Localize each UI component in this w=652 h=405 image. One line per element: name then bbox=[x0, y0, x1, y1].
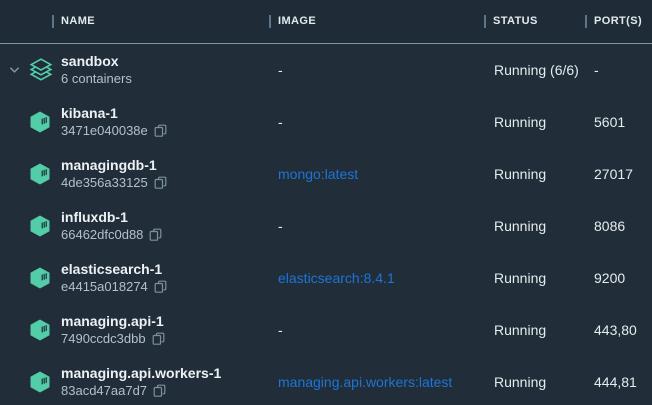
table-row-elasticsearch-1[interactable]: elasticsearch-1 e4415a018274 elasticsear… bbox=[0, 252, 652, 304]
container-icon bbox=[28, 318, 52, 342]
status-cell: Running bbox=[494, 374, 594, 390]
container-id: 3471e040038e bbox=[61, 122, 148, 140]
column-header-ports[interactable]: PORT(S) bbox=[585, 15, 652, 28]
compose-stack-icon bbox=[28, 57, 54, 83]
column-header-status[interactable]: STATUS bbox=[484, 15, 585, 28]
table-row-kibana-1[interactable]: kibana-1 3471e040038e - Running 5601 bbox=[0, 96, 652, 148]
container-id: e4415a018274 bbox=[61, 278, 148, 296]
copy-icon bbox=[153, 384, 166, 398]
ports-cell: - bbox=[594, 62, 652, 78]
ports-cell: 443,80 bbox=[594, 322, 652, 338]
ports-cell: 444,81 bbox=[594, 374, 652, 390]
table-row-managing-api-1[interactable]: managing.api-1 7490ccdc3dbb - Running 44… bbox=[0, 304, 652, 356]
image-cell: - bbox=[278, 114, 494, 130]
image-link[interactable]: managing.api.workers:latest bbox=[278, 374, 494, 390]
container-name: kibana-1 bbox=[61, 104, 278, 122]
column-header-image[interactable]: IMAGE bbox=[269, 15, 484, 28]
copy-icon bbox=[154, 280, 167, 294]
image-link[interactable]: elasticsearch:8.4.1 bbox=[278, 270, 494, 286]
ports-cell: 5601 bbox=[594, 114, 652, 130]
container-id: 66462dfc0d88 bbox=[61, 226, 143, 244]
container-subtitle: 6 containers bbox=[61, 70, 278, 88]
copy-icon bbox=[149, 228, 162, 242]
status-cell: Running (6/6) bbox=[494, 62, 594, 78]
container-name: influxdb-1 bbox=[61, 208, 278, 226]
status-cell: Running bbox=[494, 114, 594, 130]
status-cell: Running bbox=[494, 166, 594, 182]
table-header: NAME IMAGE STATUS PORT(S) bbox=[0, 0, 652, 44]
copy-id-button[interactable] bbox=[154, 280, 167, 294]
status-cell: Running bbox=[494, 322, 594, 338]
container-icon bbox=[28, 266, 52, 290]
table-row-managing-api-workers-1[interactable]: managing.api.workers-1 83acd47aa7d7 mana… bbox=[0, 356, 652, 405]
container-name: managing.api-1 bbox=[61, 312, 278, 330]
copy-id-button[interactable] bbox=[154, 124, 167, 138]
copy-id-button[interactable] bbox=[152, 332, 165, 346]
status-cell: Running bbox=[494, 270, 594, 286]
container-icon bbox=[28, 110, 52, 134]
container-name: managingdb-1 bbox=[61, 156, 278, 174]
container-name: managing.api.workers-1 bbox=[61, 364, 278, 382]
container-id: 83acd47aa7d7 bbox=[61, 382, 147, 400]
container-id: 4de356a33125 bbox=[61, 174, 148, 192]
container-icon bbox=[28, 162, 52, 186]
copy-id-button[interactable] bbox=[149, 228, 162, 242]
image-cell: - bbox=[278, 62, 494, 78]
ports-cell: 8086 bbox=[594, 218, 652, 234]
copy-icon bbox=[152, 332, 165, 346]
status-cell: Running bbox=[494, 218, 594, 234]
container-name: elasticsearch-1 bbox=[61, 260, 278, 278]
container-icon bbox=[28, 370, 52, 394]
copy-icon bbox=[154, 124, 167, 138]
table-row-influxdb-1[interactable]: influxdb-1 66462dfc0d88 - Running 8086 bbox=[0, 200, 652, 252]
chevron-down-icon[interactable] bbox=[9, 66, 20, 74]
ports-cell: 9200 bbox=[594, 270, 652, 286]
ports-cell: 27017 bbox=[594, 166, 652, 182]
table-row-sandbox[interactable]: sandbox 6 containers - Running (6/6) - bbox=[0, 44, 652, 96]
container-id: 7490ccdc3dbb bbox=[61, 330, 146, 348]
image-cell: - bbox=[278, 322, 494, 338]
copy-icon bbox=[154, 176, 167, 190]
containers-table: NAME IMAGE STATUS PORT(S) sandbox 6 cont… bbox=[0, 0, 652, 405]
copy-id-button[interactable] bbox=[154, 176, 167, 190]
column-header-name[interactable]: NAME bbox=[52, 15, 269, 28]
image-cell: - bbox=[278, 218, 494, 234]
container-name: sandbox bbox=[61, 52, 278, 70]
image-link[interactable]: mongo:latest bbox=[278, 166, 494, 182]
container-icon bbox=[28, 214, 52, 238]
table-row-managingdb-1[interactable]: managingdb-1 4de356a33125 mongo:latest R… bbox=[0, 148, 652, 200]
copy-id-button[interactable] bbox=[153, 384, 166, 398]
